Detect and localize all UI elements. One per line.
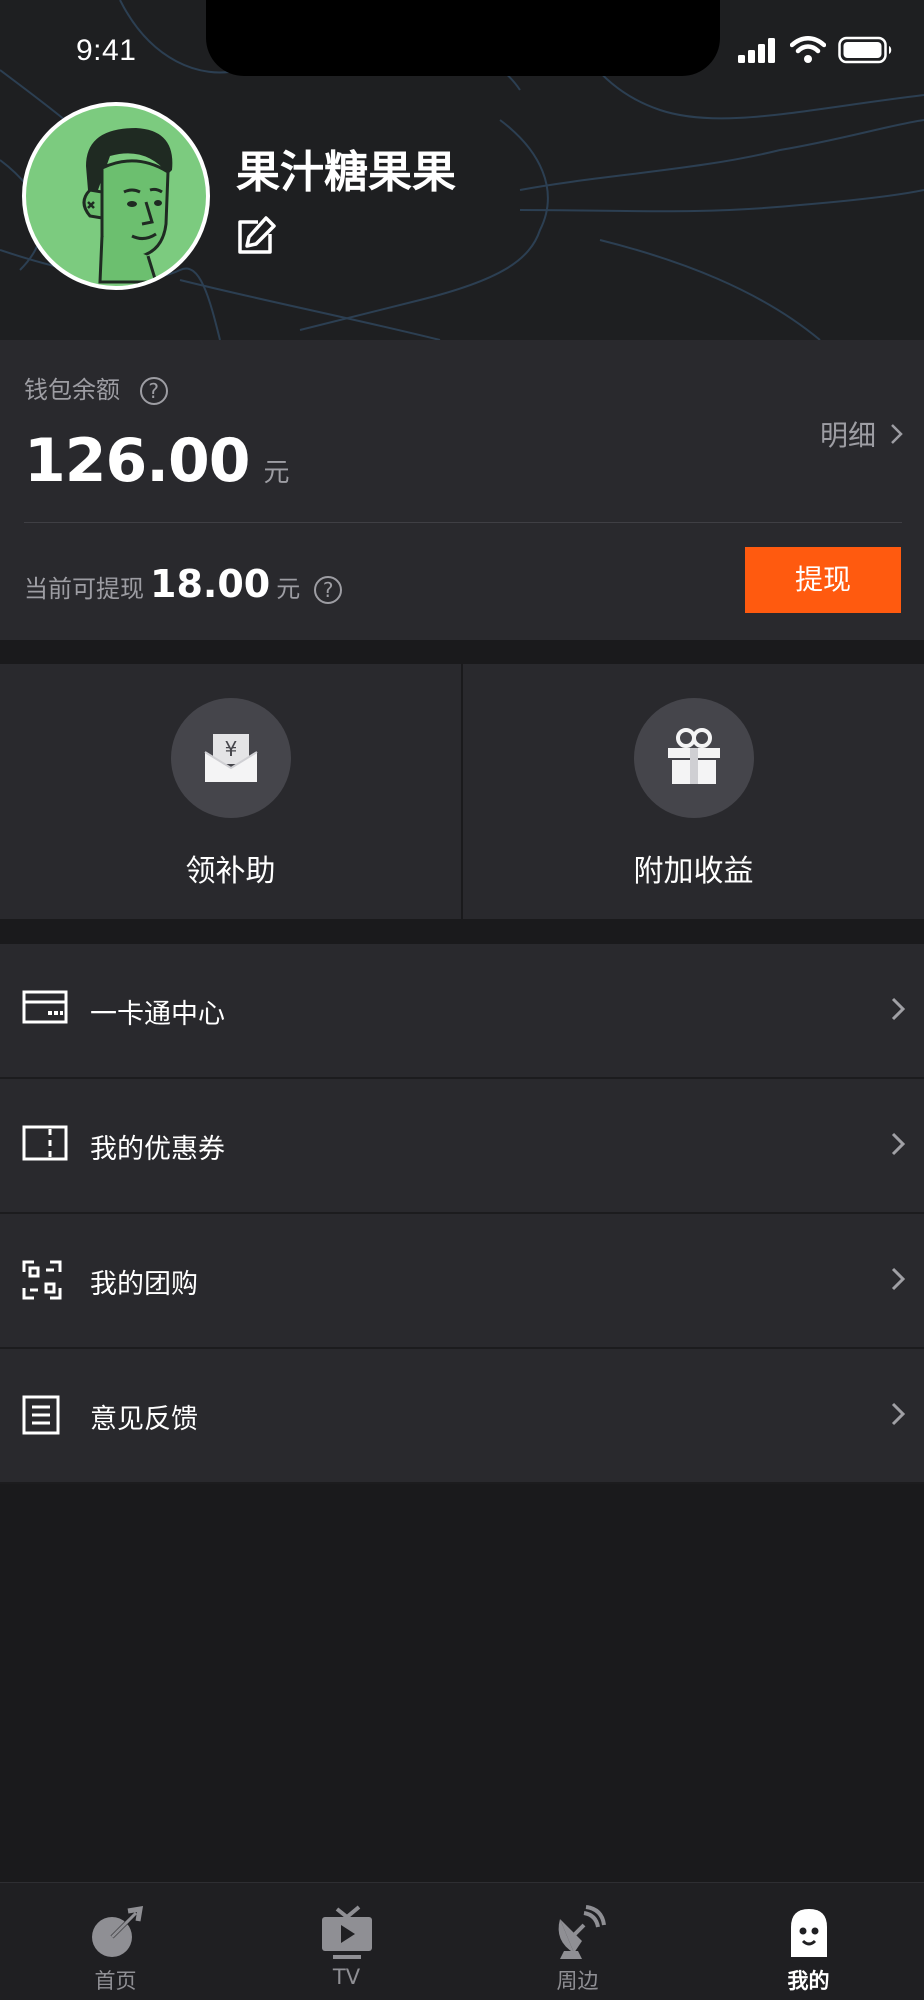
wallet-label-text: 钱包余额	[24, 376, 120, 404]
wallet-balance: 126.00 元	[24, 426, 290, 496]
feature-label: 领补助	[185, 854, 276, 889]
status-time: 9:41	[76, 34, 137, 67]
profile-screen: 9:41 果汁糖果果 钱包余额 ? 126.00 元 明细 当前可提现 18.0…	[0, 0, 924, 2000]
withdrawable-info: 当前可提现 18.00 元 ?	[24, 562, 343, 606]
menu-list: 一卡通中心 我的优惠券 我的团购 意见反馈	[0, 944, 924, 1484]
detail-link[interactable]: 明细	[820, 414, 904, 454]
feature-icon-circle: ¥	[170, 698, 291, 818]
document-icon	[22, 1395, 60, 1435]
battery-icon	[838, 36, 892, 64]
username: 果汁糖果果	[236, 147, 456, 198]
menu-item-label: 我的团购	[90, 1269, 198, 1300]
tab-home[interactable]: 首页	[0, 1883, 231, 2000]
menu-item-coupons[interactable]: 我的优惠券	[0, 1079, 924, 1214]
withdrawable-unit: 元	[276, 575, 301, 603]
feature-label: 附加收益	[633, 854, 754, 889]
profile-header: 9:41 果汁糖果果	[0, 0, 924, 340]
tab-tv[interactable]: TV	[231, 1883, 462, 2000]
menu-item-card-center[interactable]: 一卡通中心	[0, 944, 924, 1079]
chevron-right-icon	[891, 1132, 906, 1156]
withdrawable-amount: 18.00	[150, 562, 271, 606]
chevron-right-icon	[891, 424, 903, 444]
avatar-face-icon	[82, 128, 173, 284]
feature-extra-income[interactable]: 附加收益	[463, 664, 924, 919]
svg-text:¥: ¥	[224, 737, 237, 761]
tab-mine[interactable]: 我的	[693, 1883, 924, 2000]
tab-label: 我的	[787, 1969, 830, 1993]
gift-box-icon	[667, 728, 720, 784]
avatar[interactable]	[22, 102, 210, 290]
withdrawable-label: 当前可提现	[24, 575, 144, 603]
balance-unit: 元	[263, 458, 290, 488]
help-icon[interactable]: ?	[314, 576, 343, 604]
edit-icon[interactable]	[236, 216, 276, 256]
menu-item-label: 意见反馈	[90, 1404, 198, 1435]
wallet-divider	[24, 522, 902, 523]
wallet-balance-label: 钱包余额 ?	[24, 370, 168, 405]
menu-item-feedback[interactable]: 意见反馈	[0, 1349, 924, 1484]
menu-item-label: 我的优惠券	[90, 1134, 225, 1165]
tab-nearby[interactable]: 周边	[462, 1883, 693, 2000]
help-icon[interactable]: ?	[139, 377, 168, 405]
wifi-icon	[790, 36, 826, 63]
tab-label: 周边	[556, 1969, 599, 1993]
signal-icon	[738, 38, 775, 63]
chevron-right-icon	[891, 1402, 906, 1426]
chevron-right-icon	[891, 1267, 906, 1291]
tab-label: 首页	[94, 1969, 137, 1993]
status-icons	[738, 36, 894, 64]
wallet-card: 钱包余额 ? 126.00 元 明细 当前可提现 18.00 元 ? 提现	[0, 340, 924, 640]
withdraw-button[interactable]: 提现	[745, 547, 901, 613]
menu-item-group-buy[interactable]: 我的团购	[0, 1214, 924, 1349]
chevron-right-icon	[891, 997, 906, 1021]
bottom-tab-bar: 首页 TV 周边 我的	[0, 1882, 924, 2000]
feature-grid: ¥ 领补助 附加收益	[0, 664, 924, 919]
satellite-dish-icon	[558, 1905, 606, 1959]
card-icon	[22, 990, 68, 1024]
scan-frame-icon	[22, 1260, 62, 1300]
dart-icon	[91, 1905, 143, 1957]
ghost-face-icon	[790, 1909, 827, 1957]
device-notch	[206, 0, 720, 76]
menu-item-label: 一卡通中心	[90, 999, 225, 1030]
feature-subsidy[interactable]: ¥ 领补助	[0, 664, 461, 919]
red-envelope-icon: ¥	[203, 734, 258, 782]
coupon-icon	[22, 1125, 68, 1161]
tv-icon	[321, 1905, 372, 1959]
balance-value: 126.00	[24, 426, 251, 496]
tab-label: TV	[332, 1965, 361, 1989]
feature-icon-circle	[633, 698, 754, 818]
detail-link-label: 明细	[819, 419, 876, 452]
